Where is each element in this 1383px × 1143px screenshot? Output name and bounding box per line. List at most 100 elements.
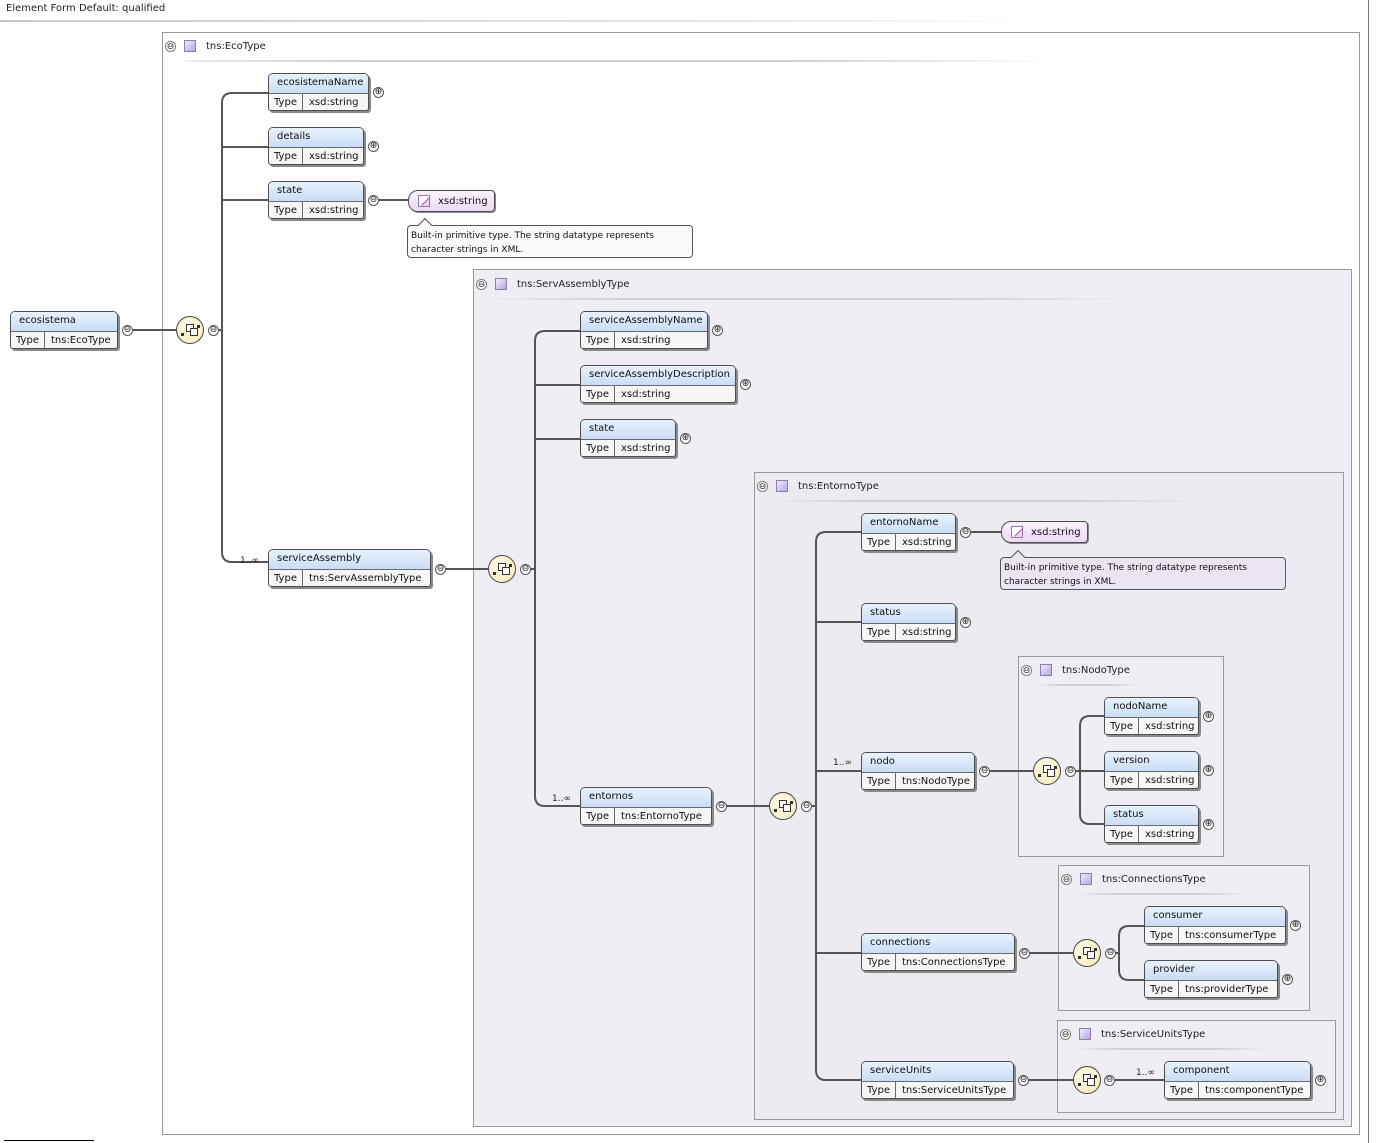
type-value: tns:providerType xyxy=(1184,984,1269,995)
type-value: xsd:string xyxy=(620,443,671,454)
simple-type-icon xyxy=(1011,526,1023,538)
element-name: serviceAssemblyName xyxy=(581,312,707,332)
element-serviceAssemblyDescription[interactable]: serviceAssemblyDescription Type xsd:strin… xyxy=(580,365,736,404)
element-name: consumer xyxy=(1145,907,1285,927)
collapse-icon[interactable]: ⊖ xyxy=(208,325,219,336)
expand-icon[interactable]: ⊕ xyxy=(680,433,691,444)
sequence-icon[interactable] xyxy=(769,792,797,820)
collapse-icon[interactable]: ⊖ xyxy=(979,766,990,777)
element-serviceUnits[interactable]: serviceUnits Type tns:ServiceUnitsType xyxy=(861,1061,1014,1100)
sequence-icon[interactable] xyxy=(488,555,516,583)
collapse-icon[interactable]: ⊖ xyxy=(960,527,971,538)
collapse-icon[interactable]: ⊖ xyxy=(1105,948,1116,959)
element-state[interactable]: state Type xsd:string xyxy=(580,419,676,458)
expand-icon[interactable]: ⊕ xyxy=(1203,819,1214,830)
type-value: tns:EcoType xyxy=(50,335,111,346)
element-status[interactable]: status Type xsd:string xyxy=(861,603,956,642)
element-ecosistema[interactable]: ecosistema Type tns:EcoType xyxy=(10,311,118,350)
element-entornoName[interactable]: entornoName Type xsd:string xyxy=(861,513,956,552)
collapse-icon[interactable]: ⊖ xyxy=(368,195,379,206)
type-value: tns:ConnectionsType xyxy=(901,957,1006,968)
expand-icon[interactable]: ⊕ xyxy=(368,141,379,152)
element-serviceAssemblyName[interactable]: serviceAssemblyName Type xsd:string xyxy=(580,311,708,350)
element-status[interactable]: status Type xsd:string xyxy=(1104,805,1199,844)
type-value: tns:componentType xyxy=(1204,1085,1304,1096)
type-value: xsd:string xyxy=(308,97,359,108)
collapse-icon[interactable]: ⊖ xyxy=(122,325,133,336)
element-name: entornoName xyxy=(862,514,955,534)
expand-icon[interactable]: ⊕ xyxy=(1203,765,1214,776)
element-state[interactable]: state Type xsd:string xyxy=(268,181,364,220)
simple-type-label: xsd:string xyxy=(1031,526,1081,538)
collapse-icon[interactable]: ⊖ xyxy=(520,564,531,575)
type-label: Type xyxy=(862,954,896,972)
expand-icon[interactable]: ⊕ xyxy=(712,325,723,336)
type-value: xsd:string xyxy=(1144,721,1195,732)
type-value: tns:NodoType xyxy=(901,776,970,787)
expand-icon[interactable]: ⊕ xyxy=(740,379,751,390)
type-label: Type xyxy=(1105,826,1139,844)
element-connections[interactable]: connections Type tns:ConnectionsType xyxy=(861,933,1015,972)
type-label: Type xyxy=(269,94,303,112)
element-nodo[interactable]: nodo Type tns:NodoType xyxy=(861,752,975,791)
type-label: Type xyxy=(269,570,303,588)
element-version[interactable]: version Type xsd:string xyxy=(1104,751,1199,790)
collapse-icon[interactable]: ⊖ xyxy=(435,564,446,575)
sequence-icon[interactable] xyxy=(1033,757,1061,785)
sequence-icon[interactable] xyxy=(176,316,204,344)
type-label: Type xyxy=(862,534,896,552)
collapse-icon[interactable]: ⊖ xyxy=(1019,948,1030,959)
expand-icon[interactable]: ⊕ xyxy=(1282,974,1293,985)
element-nodoName[interactable]: nodoName Type xsd:string xyxy=(1104,697,1199,736)
type-value: xsd:string xyxy=(308,205,359,216)
type-value: xsd:string xyxy=(1144,829,1195,840)
type-label: Type xyxy=(862,624,896,642)
type-value: xsd:string xyxy=(1144,775,1195,786)
collapse-icon[interactable]: ⊖ xyxy=(801,801,812,812)
element-name: state xyxy=(269,182,363,202)
element-name: version xyxy=(1105,752,1198,772)
collapse-icon[interactable]: ⊖ xyxy=(1065,766,1076,777)
sequence-icon[interactable] xyxy=(1073,1066,1101,1094)
simple-type-string[interactable]: xsd:string xyxy=(1001,521,1088,543)
annotation-string: Built-in primitive type. The string data… xyxy=(1000,557,1286,590)
element-serviceAssembly[interactable]: serviceAssembly Type tns:ServAssemblyType xyxy=(268,549,431,588)
collapse-icon[interactable]: ⊖ xyxy=(1018,1075,1029,1086)
type-label: Type xyxy=(581,386,615,404)
element-ecosistemaName[interactable]: ecosistemaName Type xsd:string xyxy=(268,73,369,112)
element-name: component xyxy=(1165,1062,1310,1082)
element-provider[interactable]: provider Type tns:providerType xyxy=(1144,960,1278,999)
collapse-icon[interactable]: ⊖ xyxy=(1104,1075,1115,1086)
expand-icon[interactable]: ⊕ xyxy=(1290,920,1301,931)
element-name: details xyxy=(269,128,363,148)
cardinality-label: 1..∞ xyxy=(552,794,571,804)
type-label: Type xyxy=(581,808,615,826)
type-label: Type xyxy=(1105,772,1139,790)
type-value: tns:consumerType xyxy=(1184,930,1277,941)
expand-icon[interactable]: ⊕ xyxy=(960,617,971,628)
cardinality-label: 1..∞ xyxy=(833,758,852,768)
element-entornos[interactable]: entornos Type tns:EntornoType xyxy=(580,787,712,826)
element-name: status xyxy=(1105,806,1198,826)
expand-icon[interactable]: ⊕ xyxy=(1203,711,1214,722)
element-consumer[interactable]: consumer Type tns:consumerType xyxy=(1144,906,1286,945)
element-details[interactable]: details Type xsd:string xyxy=(268,127,364,166)
sequence-icon[interactable] xyxy=(1073,939,1101,967)
simple-type-string[interactable]: xsd:string xyxy=(408,190,495,212)
element-name: serviceAssemblyDescription xyxy=(581,366,735,386)
cardinality-label: 1..∞ xyxy=(1136,1068,1155,1078)
type-label: Type xyxy=(581,332,615,350)
type-label: Type xyxy=(862,773,896,791)
simple-type-label: xsd:string xyxy=(438,195,488,207)
element-name: ecosistemaName xyxy=(269,74,368,94)
annotation-text: Built-in primitive type. The string data… xyxy=(1004,563,1247,587)
collapse-icon[interactable]: ⊖ xyxy=(716,801,727,812)
element-component[interactable]: component Type tns:componentType xyxy=(1164,1061,1311,1100)
expand-icon[interactable]: ⊕ xyxy=(373,87,384,98)
type-label: Type xyxy=(269,148,303,166)
expand-icon[interactable]: ⊕ xyxy=(1315,1075,1326,1086)
type-value: xsd:string xyxy=(308,151,359,162)
type-label: Type xyxy=(1145,981,1179,999)
cardinality-label: 1..∞ xyxy=(240,556,259,566)
type-value: tns:EntornoType xyxy=(620,811,702,822)
